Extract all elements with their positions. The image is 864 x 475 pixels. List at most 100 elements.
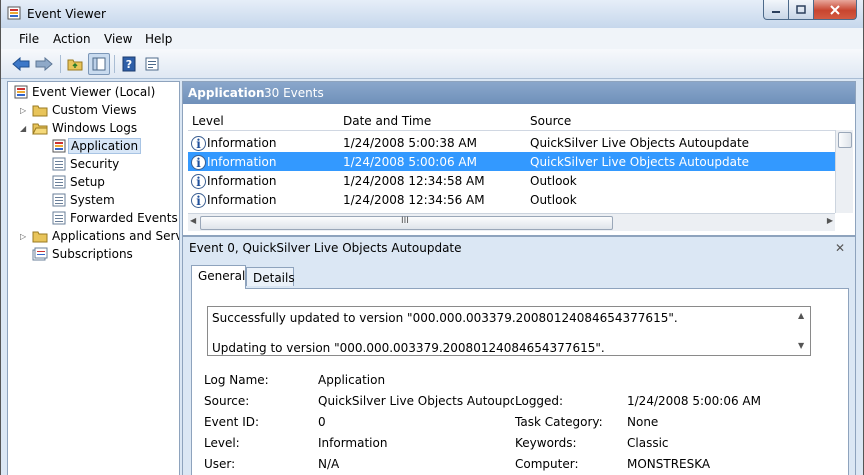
forward-arrow-icon	[35, 57, 53, 71]
back-button[interactable]	[11, 54, 31, 74]
tree-node-security[interactable]: Security	[52, 155, 119, 173]
tree-label-applications-and-services: Applications and Servic	[52, 229, 180, 243]
detail-close-icon[interactable]: ✕	[835, 241, 845, 255]
forward-button[interactable]	[34, 54, 54, 74]
message-line: Successfully updated to version "000.000…	[212, 311, 678, 325]
tab-general[interactable]: General	[191, 265, 246, 289]
log-icon	[52, 211, 66, 225]
console-tree-icon	[92, 57, 106, 71]
row-date-time: 1/24/2008 12:34:58 AM	[343, 174, 485, 188]
information-icon: i	[191, 174, 206, 189]
event-message-box[interactable]: Successfully updated to version "000.000…	[207, 306, 811, 356]
message-line: Updating to version "000.000.003379.2008…	[212, 341, 605, 355]
minimize-button[interactable]	[763, 0, 789, 20]
message-scrollbar[interactable]: ▲ ▼	[794, 307, 810, 355]
tree-label-root: Event Viewer (Local)	[32, 85, 156, 99]
row-source: Outlook	[530, 174, 577, 188]
information-icon: i	[191, 193, 206, 208]
table-row-selected[interactable]: i Information 1/24/2008 5:00:06 AM Quick…	[188, 152, 835, 171]
subscriptions-icon	[32, 247, 48, 261]
row-date-time: 1/24/2008 5:00:06 AM	[343, 155, 477, 169]
menu-help[interactable]: Help	[145, 32, 172, 46]
list-horizontal-scrollbar[interactable]: ◀ III ▶	[188, 213, 835, 231]
close-button[interactable]	[814, 0, 857, 20]
source-label: Source:	[204, 394, 250, 408]
general-tab-page: Successfully updated to version "000.000…	[191, 288, 849, 475]
table-row[interactable]: i Information 1/24/2008 12:34:58 AM Outl…	[188, 171, 835, 190]
scroll-thumb[interactable]: III	[200, 216, 613, 230]
scroll-right-arrow-icon[interactable]: ▶	[827, 216, 833, 225]
scroll-down-arrow-icon[interactable]: ▼	[798, 341, 804, 350]
event-viewer-window: Event Viewer File Action View Help ? Eve…	[0, 0, 864, 475]
row-source: QuickSilver Live Objects Autoupdate	[530, 136, 750, 150]
row-date-time: 1/24/2008 5:00:38 AM	[343, 136, 477, 150]
properties-button[interactable]	[142, 54, 162, 74]
tree-node-setup[interactable]: Setup	[52, 173, 105, 191]
tree-node-root[interactable]: Event Viewer (Local)	[14, 83, 155, 101]
tree-node-application[interactable]: Application	[52, 137, 142, 155]
maximize-icon	[796, 4, 806, 14]
menu-action[interactable]: Action	[53, 32, 91, 46]
log-icon	[52, 157, 66, 171]
list-pane-title: Application	[188, 86, 265, 100]
back-arrow-icon	[12, 57, 30, 71]
row-date-time: 1/24/2008 12:34:56 AM	[343, 193, 485, 207]
list-pane-header: Application 30 Events	[183, 82, 855, 104]
tree-label-application: Application	[68, 138, 142, 154]
tree-node-custom-views[interactable]: Custom Views	[32, 101, 137, 119]
help-button[interactable]: ?	[119, 54, 139, 74]
table-row[interactable]: i Information 1/24/2008 12:34:56 AM Outl…	[188, 190, 835, 209]
column-header-date-time[interactable]: Date and Time	[343, 114, 431, 128]
toolbar: ?	[1, 49, 863, 79]
show-hide-tree-button[interactable]	[88, 53, 110, 75]
column-header-level[interactable]: Level	[192, 114, 224, 128]
scroll-up-arrow-icon[interactable]: ▲	[798, 311, 804, 320]
menu-bar: File Action View Help	[1, 28, 863, 49]
scroll-thumb[interactable]	[838, 132, 852, 148]
task-category-value: None	[627, 415, 659, 429]
menu-file[interactable]: File	[19, 32, 39, 46]
list-vertical-scrollbar[interactable]	[835, 130, 853, 213]
folder-icon	[32, 105, 48, 117]
table-row[interactable]: i Information 1/24/2008 5:00:38 AM Quick…	[188, 133, 835, 152]
up-folder-button[interactable]	[65, 54, 85, 74]
log-icon	[52, 139, 66, 153]
user-label: User:	[204, 457, 236, 471]
tree-node-system[interactable]: System	[52, 191, 115, 209]
folder-open-icon	[32, 123, 48, 135]
scroll-left-arrow-icon[interactable]: ◀	[190, 216, 196, 225]
tree-node-subscriptions[interactable]: Subscriptions	[32, 245, 133, 263]
tree-label-setup: Setup	[70, 175, 105, 189]
maximize-button[interactable]	[789, 0, 814, 20]
title-bar[interactable]: Event Viewer	[1, 0, 863, 28]
events-list-pane: Application 30 Events Level Date and Tim…	[182, 81, 856, 236]
row-level: Information	[207, 174, 277, 188]
event-count: 30 Events	[264, 86, 324, 100]
up-folder-icon	[67, 59, 83, 71]
expand-arrow-icon[interactable]: ▷	[20, 232, 26, 241]
window-title: Event Viewer	[27, 7, 106, 21]
log-name-label: Log Name:	[204, 373, 269, 387]
tree-label-system: System	[70, 193, 115, 207]
computer-label: Computer:	[515, 457, 579, 471]
tree-node-forwarded-events[interactable]: Forwarded Events	[52, 209, 178, 227]
logged-value: 1/24/2008 5:00:06 AM	[627, 394, 761, 408]
collapse-arrow-icon[interactable]: ◢	[20, 124, 26, 133]
column-header-source[interactable]: Source	[530, 114, 571, 128]
help-icon: ?	[122, 56, 136, 72]
svg-text:?: ?	[126, 58, 132, 71]
expand-arrow-icon[interactable]: ▷	[20, 106, 26, 115]
tree-label-custom-views: Custom Views	[52, 103, 137, 117]
keywords-label: Keywords:	[515, 436, 577, 450]
row-source: Outlook	[530, 193, 577, 207]
tree-node-applications-and-services[interactable]: Applications and Servic	[32, 227, 180, 245]
console-tree: Event Viewer (Local) ▷ Custom Views ◢ Wi…	[7, 81, 180, 475]
scroll-grip: III	[401, 216, 409, 226]
information-icon: i	[191, 136, 206, 151]
log-icon	[52, 175, 66, 189]
tree-node-windows-logs[interactable]: Windows Logs	[32, 119, 137, 137]
tab-details[interactable]: Details	[246, 267, 295, 286]
folder-icon	[32, 231, 48, 243]
menu-view[interactable]: View	[104, 32, 132, 46]
event-detail-pane: Event 0, QuickSilver Live Objects Autoup…	[182, 236, 856, 475]
